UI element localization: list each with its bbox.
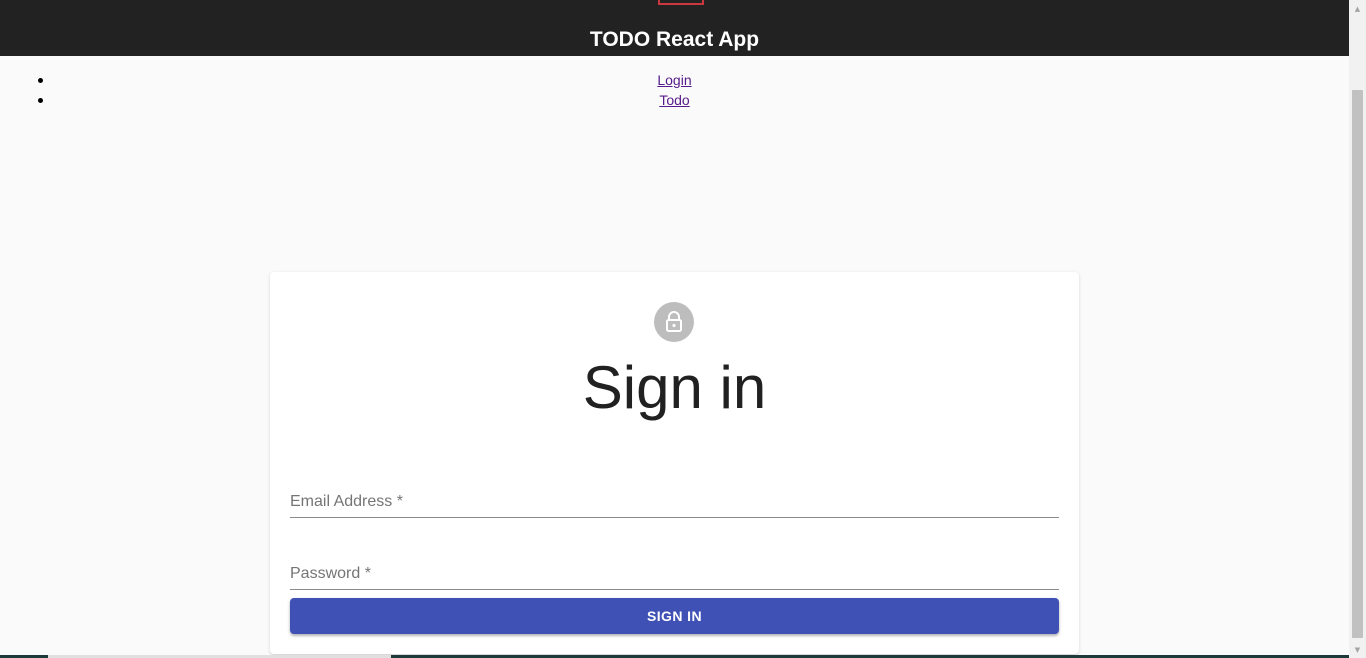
password-input[interactable] bbox=[290, 554, 1059, 589]
browser-viewport: TODO React App Login Todo Sign in Email … bbox=[0, 0, 1349, 658]
nav-item-login: Login bbox=[0, 70, 1349, 90]
password-field[interactable]: Password * bbox=[290, 554, 1059, 590]
login-link[interactable]: Login bbox=[657, 72, 691, 88]
email-input[interactable] bbox=[290, 482, 1059, 517]
todo-link[interactable]: Todo bbox=[659, 92, 689, 108]
scroll-up-icon[interactable]: ▲ bbox=[1349, 0, 1366, 17]
scrollbar-thumb[interactable] bbox=[1352, 90, 1363, 638]
app-title: TODO React App bbox=[589, 28, 760, 51]
list-bullet bbox=[38, 98, 43, 103]
vertical-scrollbar[interactable]: ▲ ▼ bbox=[1349, 0, 1366, 658]
nav-list: Login Todo bbox=[0, 70, 1349, 110]
react-logo-icon bbox=[658, 0, 704, 5]
email-field[interactable]: Email Address * bbox=[290, 482, 1059, 518]
list-bullet bbox=[38, 78, 43, 83]
avatar bbox=[654, 302, 694, 342]
signin-button[interactable]: SIGN IN bbox=[290, 598, 1059, 634]
scroll-down-icon[interactable]: ▼ bbox=[1349, 641, 1366, 658]
app-header: TODO React App bbox=[0, 0, 1349, 56]
page-title: Sign in bbox=[582, 354, 767, 421]
nav-item-todo: Todo bbox=[0, 90, 1349, 110]
lock-icon bbox=[666, 311, 682, 332]
signin-card: Sign in Email Address * Password * SIGN … bbox=[270, 272, 1079, 654]
